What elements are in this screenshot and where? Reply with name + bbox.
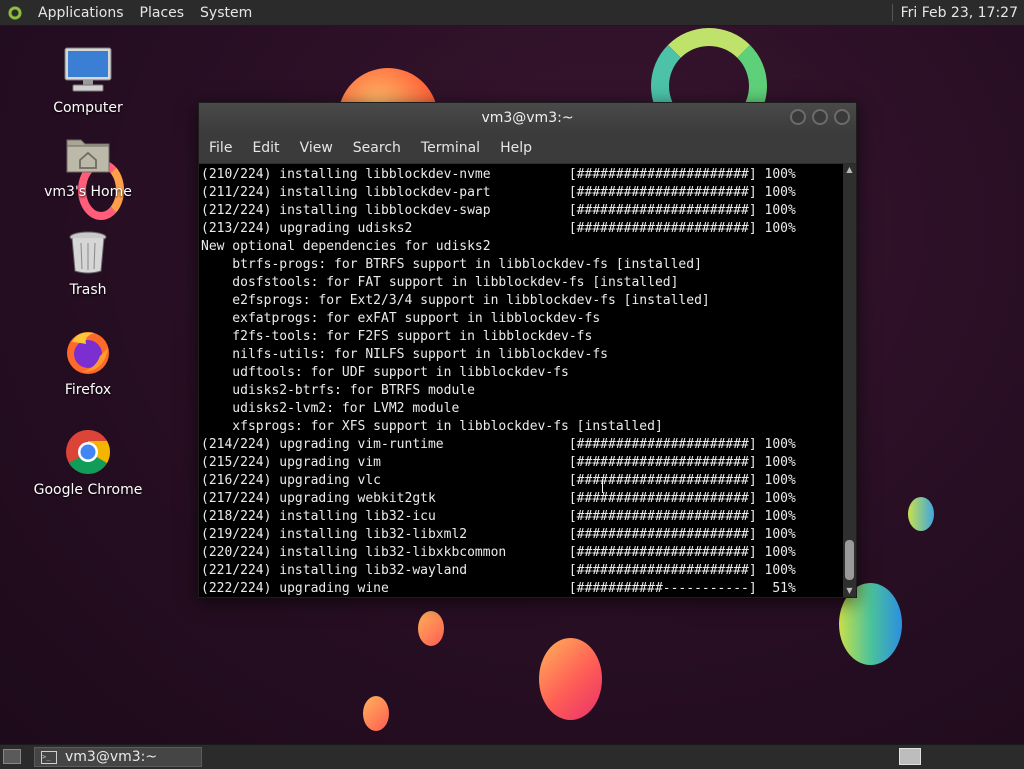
places-menu[interactable]: Places	[132, 5, 193, 21]
menu-help[interactable]: Help	[494, 140, 538, 156]
terminal-line: (214/224) upgrading vim-runtime [#######…	[201, 437, 796, 452]
terminal-menubar: File Edit View Search Terminal Help	[199, 133, 856, 164]
terminal-line: (213/224) upgrading udisks2 [###########…	[201, 221, 796, 236]
close-button[interactable]	[834, 109, 850, 125]
desktop-icon-home[interactable]: vm3's Home	[28, 128, 148, 200]
scroll-down-arrow-icon[interactable]: ▼	[843, 585, 856, 597]
terminal-line: dosfstools: for FAT support in libblockd…	[201, 275, 679, 290]
trash-icon	[62, 226, 114, 278]
terminal-line: udisks2-btrfs: for BTRFS module	[201, 383, 475, 398]
terminal-line: exfatprogs: for exFAT support in libbloc…	[201, 311, 601, 326]
wallpaper-orange-oval	[539, 638, 602, 720]
terminal-line: udisks2-lvm2: for LVM2 module	[201, 401, 460, 416]
terminal-line: (220/224) installing lib32-libxkbcommon …	[201, 545, 796, 560]
menu-view[interactable]: View	[294, 140, 339, 156]
terminal-output-area[interactable]: (210/224) installing libblockdev-nvme [#…	[199, 164, 856, 597]
taskbar-terminal-button[interactable]: >_ vm3@vm3:~	[34, 747, 202, 767]
desktop-icon-label: Firefox	[64, 382, 112, 398]
bottom-panel: >_ vm3@vm3:~	[0, 744, 1024, 769]
desktop-icon-label: vm3's Home	[44, 184, 132, 200]
distro-logo-icon[interactable]	[6, 3, 24, 22]
scrollbar-thumb[interactable]	[845, 540, 854, 580]
panel-separator	[891, 4, 893, 21]
desktop-icon-trash[interactable]: Trash	[28, 226, 148, 298]
terminal-line: (219/224) installing lib32-libxml2 [####…	[201, 527, 796, 542]
maximize-button[interactable]	[812, 109, 828, 125]
terminal-line: (211/224) installing libblockdev-part [#…	[201, 185, 796, 200]
terminal-line: (216/224) upgrading vlc [###############…	[201, 473, 796, 488]
menu-terminal[interactable]: Terminal	[415, 140, 486, 156]
show-desktop-button[interactable]	[3, 749, 21, 764]
terminal-text[interactable]: (210/224) installing libblockdev-nvme [#…	[201, 166, 841, 595]
terminal-line: (217/224) upgrading webkit2gtk [########…	[201, 491, 796, 506]
desktop-icon-chrome[interactable]: Google Chrome	[28, 426, 148, 498]
workspace-switcher[interactable]	[899, 748, 921, 765]
minimize-button[interactable]	[790, 109, 806, 125]
scroll-up-arrow-icon[interactable]: ▲	[843, 164, 856, 176]
terminal-window[interactable]: vm3@vm3:~ File Edit View Search Terminal…	[198, 102, 857, 598]
terminal-line: (222/224) upgrading wine [###########---…	[201, 581, 796, 595]
clock[interactable]: Fri Feb 23, 17:27	[901, 5, 1024, 21]
window-titlebar[interactable]: vm3@vm3:~	[199, 103, 856, 133]
wallpaper-small-green-blob	[908, 497, 934, 531]
menu-search[interactable]: Search	[347, 140, 407, 156]
terminal-line: udftools: for UDF support in libblockdev…	[201, 365, 569, 380]
terminal-line: (215/224) upgrading vim [###############…	[201, 455, 796, 470]
taskbar-terminal-label: vm3@vm3:~	[65, 749, 158, 765]
computer-icon	[62, 44, 114, 96]
wallpaper-small-orange-oval-1	[418, 611, 444, 646]
home-folder-icon	[62, 128, 114, 180]
terminal-icon: >_	[41, 750, 57, 764]
desktop-icon-firefox[interactable]: Firefox	[28, 326, 148, 398]
terminal-line: (210/224) installing libblockdev-nvme [#…	[201, 167, 796, 182]
desktop-icon-computer[interactable]: Computer	[28, 44, 148, 116]
terminal-line: xfsprogs: for XFS support in libblockdev…	[201, 419, 663, 434]
menu-file[interactable]: File	[203, 140, 238, 156]
terminal-line: nilfs-utils: for NILFS support in libblo…	[201, 347, 608, 362]
system-menu[interactable]: System	[192, 5, 260, 21]
terminal-line: (212/224) installing libblockdev-swap [#…	[201, 203, 796, 218]
desktop-icon-label: Computer	[53, 100, 123, 116]
terminal-line: (218/224) installing lib32-icu [########…	[201, 509, 796, 524]
firefox-icon	[62, 326, 114, 378]
terminal-line: New optional dependencies for udisks2	[201, 239, 491, 254]
chrome-icon	[62, 426, 114, 478]
window-controls	[790, 109, 850, 125]
desktop-icon-label: Google Chrome	[33, 482, 143, 498]
i-beam-cursor	[602, 479, 609, 493]
terminal-line: e2fsprogs: for Ext2/3/4 support in libbl…	[201, 293, 710, 308]
window-title: vm3@vm3:~	[481, 110, 574, 126]
applications-menu[interactable]: Applications	[30, 5, 132, 21]
terminal-line: (221/224) installing lib32-wayland [####…	[201, 563, 796, 578]
terminal-line: f2fs-tools: for F2FS support in libblock…	[201, 329, 593, 344]
top-panel: Applications Places System Fri Feb 23, 1…	[0, 0, 1024, 26]
menu-edit[interactable]: Edit	[246, 140, 285, 156]
terminal-scrollbar[interactable]: ▲ ▼	[843, 164, 856, 597]
clock-area: Fri Feb 23, 17:27	[891, 0, 1024, 25]
wallpaper-small-orange-oval-2	[363, 696, 389, 731]
terminal-line: btrfs-progs: for BTRFS support in libblo…	[201, 257, 702, 272]
desktop-icon-label: Trash	[69, 282, 107, 298]
